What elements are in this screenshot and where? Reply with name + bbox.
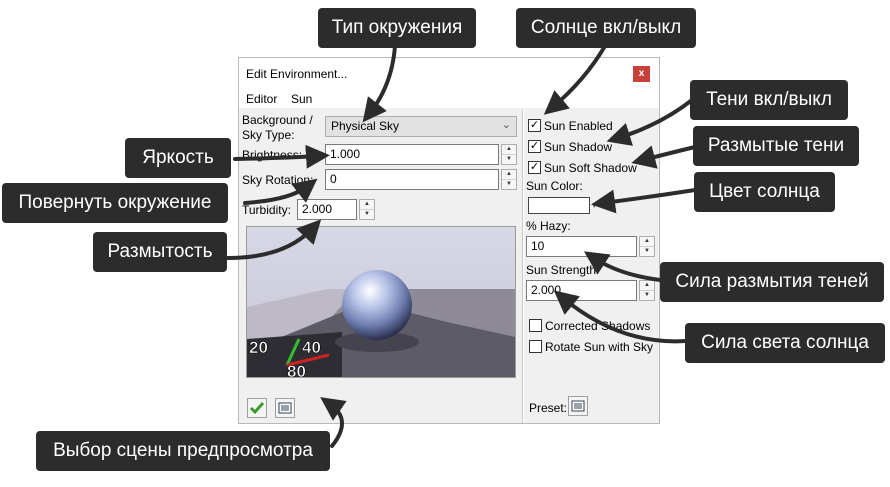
callout-sun-strength: Сила света солнца <box>685 323 885 363</box>
callout-environment-type: Тип окружения <box>318 8 476 48</box>
callout-blur: Размытость <box>93 232 227 272</box>
callout-rotate-environment: Повернуть окружение <box>2 183 228 223</box>
callout-sun-toggle: Солнце вкл/выкл <box>516 8 696 48</box>
callout-brightness: Яркость <box>125 138 231 178</box>
callout-sun-color: Цвет солнца <box>694 172 835 212</box>
callout-shadow-blur-strength: Сила размытия теней <box>660 262 884 302</box>
callout-soft-shadows: Размытые тени <box>693 126 859 166</box>
callout-preview-scene: Выбор сцены предпросмотра <box>36 431 330 471</box>
callout-shadows-toggle: Тени вкл/выкл <box>690 80 848 120</box>
